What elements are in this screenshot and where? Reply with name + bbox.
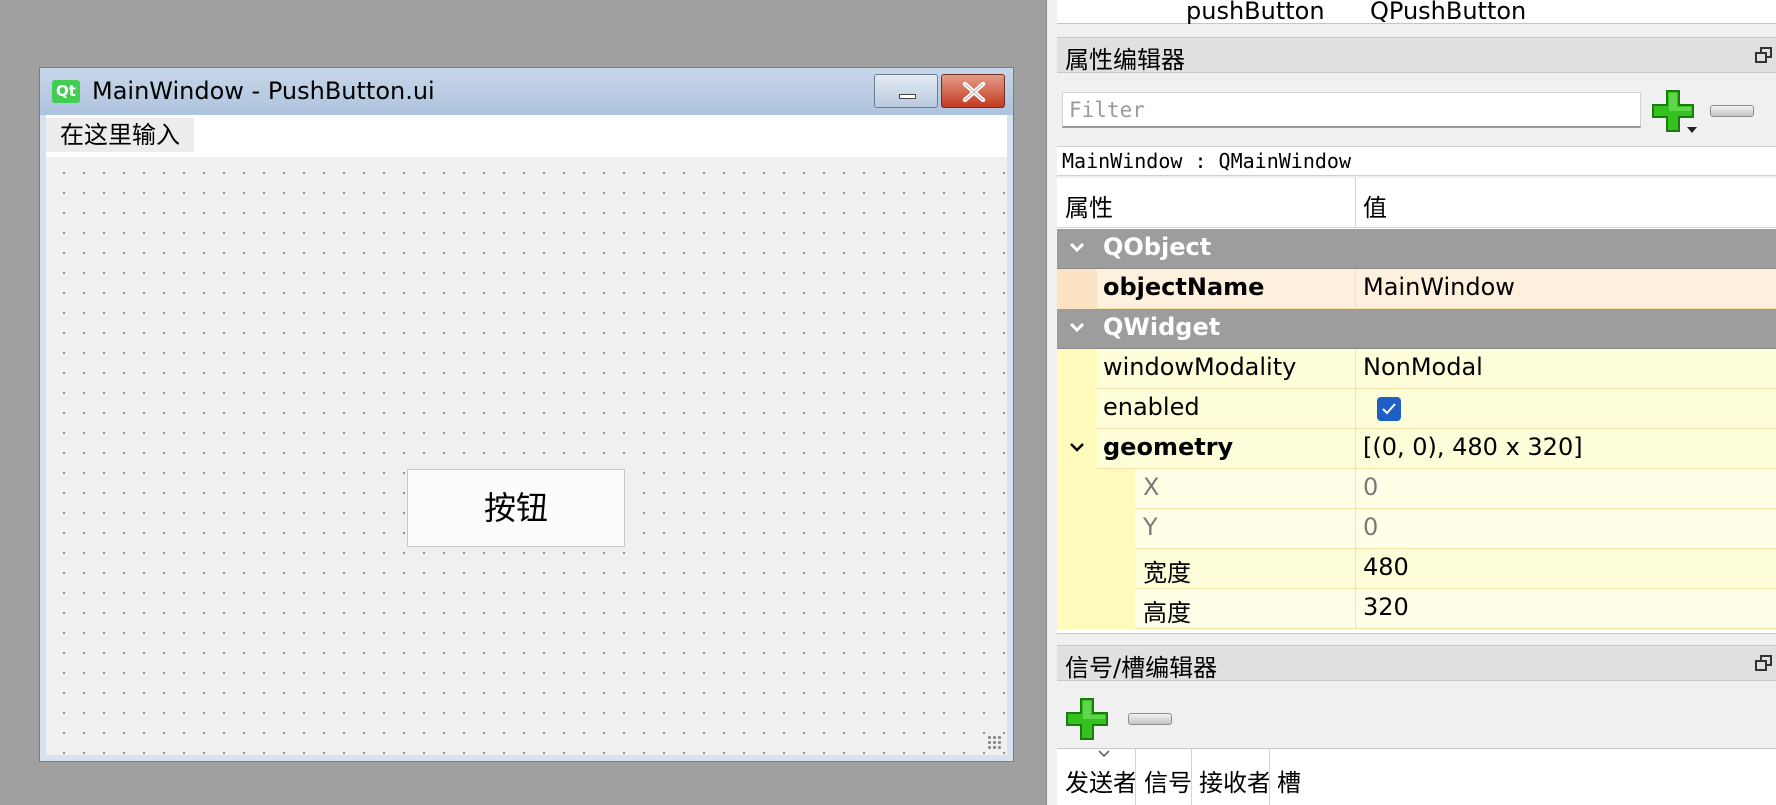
property-editor-title-bar[interactable]: 属性编辑器 bbox=[1057, 37, 1776, 74]
qt-logo-icon: Qt bbox=[52, 80, 80, 103]
minimize-icon bbox=[899, 94, 916, 99]
push-button-widget[interactable]: 按钮 bbox=[407, 469, 625, 547]
signal-slot-editor-title: 信号/槽编辑器 bbox=[1065, 654, 1218, 682]
chevron-down-icon[interactable] bbox=[1069, 241, 1085, 253]
property-filter-input[interactable] bbox=[1062, 92, 1641, 128]
property-row-x[interactable]: X 0 bbox=[1057, 469, 1776, 509]
checkbox-checked-icon[interactable] bbox=[1377, 397, 1401, 421]
column-sender[interactable]: 发送者 bbox=[1065, 763, 1137, 798]
property-editor-class-label: MainWindow : QMainWindow bbox=[1057, 146, 1776, 176]
close-icon bbox=[962, 82, 986, 102]
form-canvas[interactable]: 按钮 bbox=[46, 157, 1007, 755]
property-row-geometry[interactable]: geometry [(0, 0), 480 x 320] bbox=[1057, 429, 1776, 469]
property-name: geometry bbox=[1103, 433, 1234, 461]
form-title-bar[interactable]: Qt MainWindow - PushButton.ui bbox=[40, 68, 1013, 115]
property-row-windowmodality[interactable]: windowModality NonModal bbox=[1057, 349, 1776, 389]
property-value[interactable]: NonModal bbox=[1363, 353, 1483, 381]
property-value[interactable]: [(0, 0), 480 x 320] bbox=[1363, 433, 1583, 461]
property-row-objectname[interactable]: objectName MainWindow bbox=[1057, 269, 1776, 309]
property-table: 属性 值 QObject objectName MainWindow QWidg… bbox=[1057, 178, 1776, 634]
group-label: QObject bbox=[1103, 233, 1212, 261]
column-signal[interactable]: 信号 bbox=[1144, 763, 1192, 798]
column-slot[interactable]: 槽 bbox=[1277, 763, 1301, 798]
float-icon[interactable] bbox=[1755, 655, 1773, 671]
chevron-down-icon[interactable] bbox=[1687, 127, 1697, 133]
sort-indicator-icon bbox=[1098, 750, 1110, 758]
property-value[interactable]: 320 bbox=[1363, 593, 1409, 621]
property-name: windowModality bbox=[1103, 353, 1297, 381]
group-row-qobject[interactable]: QObject bbox=[1057, 229, 1776, 269]
property-row-width[interactable]: 宽度 480 bbox=[1057, 549, 1776, 589]
object-name-cell: pushButton bbox=[1186, 0, 1325, 25]
property-editor-title: 属性编辑器 bbox=[1065, 46, 1185, 74]
chevron-down-icon[interactable] bbox=[1069, 321, 1085, 333]
group-row-qwidget[interactable]: QWidget bbox=[1057, 309, 1776, 349]
object-inspector-row[interactable]: pushButton QPushButton bbox=[1057, 0, 1776, 25]
header-property[interactable]: 属性 bbox=[1065, 188, 1113, 223]
chevron-down-icon[interactable] bbox=[1069, 441, 1085, 453]
property-name: Y bbox=[1143, 513, 1158, 541]
close-button[interactable] bbox=[941, 74, 1005, 108]
remove-dynamic-property-minus-icon[interactable] bbox=[1710, 105, 1754, 117]
resize-grip-icon[interactable] bbox=[987, 735, 1003, 751]
float-icon[interactable] bbox=[1755, 47, 1773, 63]
property-name: objectName bbox=[1103, 273, 1265, 301]
property-value[interactable]: MainWindow bbox=[1363, 273, 1515, 301]
dock-area: pushButton QPushButton 属性编辑器 MainWindow … bbox=[1046, 0, 1776, 805]
property-name: X bbox=[1143, 473, 1160, 501]
property-value[interactable]: 0 bbox=[1363, 473, 1378, 501]
column-receiver[interactable]: 接收者 bbox=[1199, 763, 1271, 798]
header-value[interactable]: 值 bbox=[1363, 188, 1387, 223]
property-name: 宽度 bbox=[1143, 559, 1191, 587]
property-table-header: 属性 值 bbox=[1057, 178, 1776, 228]
signal-slot-editor-title-bar[interactable]: 信号/槽编辑器 bbox=[1057, 645, 1776, 682]
add-connection-plus-icon[interactable] bbox=[1065, 697, 1109, 741]
property-name: 高度 bbox=[1143, 599, 1191, 627]
signal-slot-table-header: 发送者 信号 接收者 槽 bbox=[1057, 748, 1776, 805]
object-class-cell: QPushButton bbox=[1370, 0, 1527, 25]
remove-connection-minus-icon[interactable] bbox=[1128, 713, 1172, 725]
group-label: QWidget bbox=[1103, 313, 1221, 341]
minimize-button[interactable] bbox=[874, 74, 938, 108]
property-row-height[interactable]: 高度 320 bbox=[1057, 589, 1776, 629]
property-row-y[interactable]: Y 0 bbox=[1057, 509, 1776, 549]
window-title: MainWindow - PushButton.ui bbox=[92, 77, 435, 105]
property-row-enabled[interactable]: enabled bbox=[1057, 389, 1776, 429]
property-value[interactable]: 0 bbox=[1363, 513, 1378, 541]
property-name: enabled bbox=[1103, 393, 1200, 421]
form-menu-bar: 在这里输入 bbox=[46, 115, 1007, 157]
menu-type-here-item[interactable]: 在这里输入 bbox=[46, 118, 194, 152]
form-window: Qt MainWindow - PushButton.ui 在这里输入 按钮 bbox=[39, 67, 1014, 762]
property-value[interactable]: 480 bbox=[1363, 553, 1409, 581]
